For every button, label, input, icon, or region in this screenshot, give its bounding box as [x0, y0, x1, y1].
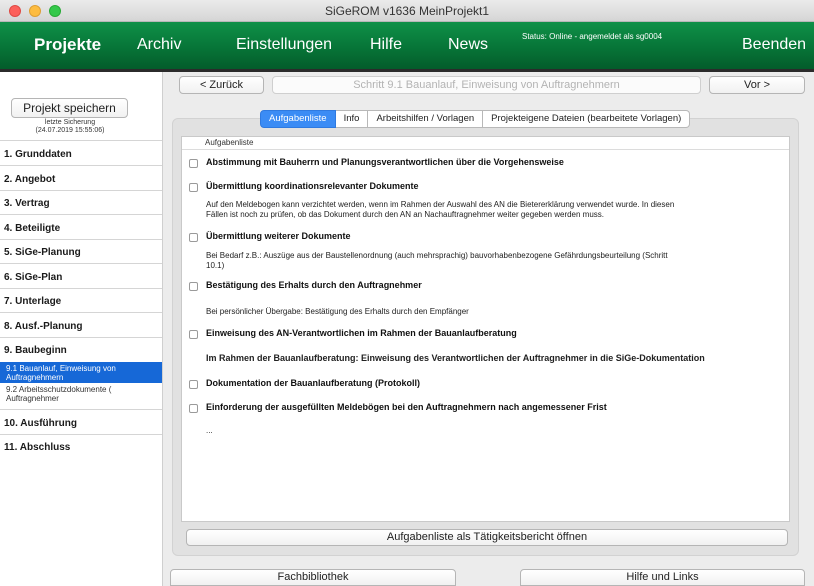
tab-info[interactable]: Info: [335, 110, 369, 128]
task-checkbox[interactable]: [189, 159, 198, 168]
sidebar-divider: [0, 409, 162, 410]
sidebar: Projekt speichern letzte Sicherung (24.0…: [0, 72, 163, 586]
nav-einstellungen[interactable]: Einstellungen: [236, 36, 332, 54]
tab-projekteigene-dateien[interactable]: Projekteigene Dateien (bearbeitete Vorla…: [483, 110, 691, 128]
sidebar-item-sige-plan[interactable]: 6. SiGe-Plan: [4, 272, 62, 283]
back-button[interactable]: < Zurück: [179, 76, 264, 94]
tab-bar: Aufgabenliste Info Arbeitshilfen / Vorla…: [260, 110, 691, 128]
task-label: Einweisung des AN-Verantwortlichen im Ra…: [206, 328, 517, 338]
next-button[interactable]: Vor >: [709, 76, 805, 94]
sidebar-subitem-label: Auftragnehmern: [6, 373, 64, 382]
help-links-button[interactable]: Hilfe und Links: [520, 569, 805, 586]
sidebar-item-angebot[interactable]: 2. Angebot: [4, 174, 55, 185]
sidebar-subitem-label: Auftragnehmer: [6, 394, 59, 403]
task-label: Übermittlung weiterer Dokumente: [206, 231, 351, 241]
step-title: Schritt 9.1 Bauanlauf, Einweisung von Au…: [272, 76, 701, 94]
task-label: Dokumentation der Bauanlaufberatung (Pro…: [206, 378, 421, 388]
task-description: Fällen ist noch zu prüfen, ob das Dokume…: [206, 210, 605, 219]
sidebar-item-ausfuehrung[interactable]: 10. Ausführung: [4, 418, 77, 429]
sidebar-item-grunddaten[interactable]: 1. Grunddaten: [4, 149, 72, 160]
nav-news[interactable]: News: [448, 36, 488, 54]
sidebar-item-baubeginn[interactable]: 9. Baubeginn: [4, 345, 67, 356]
task-list-header: Aufgabenliste: [182, 137, 789, 150]
task-description: Im Rahmen der Bauanlaufberatung: Einweis…: [206, 353, 705, 363]
column-header-aufgabenliste: Aufgabenliste: [205, 138, 254, 147]
main-nav-bar: Projekte Archiv Einstellungen Hilfe News…: [0, 22, 814, 72]
tab-aufgabenliste[interactable]: Aufgabenliste: [260, 110, 336, 128]
online-status: Status: Online - angemeldet als sg0004: [522, 32, 663, 41]
task-description: Bei persönlicher Übergabe: Bestätigung d…: [206, 307, 469, 316]
task-label: Bestätigung des Erhalts durch den Auftra…: [206, 280, 422, 290]
task-checkbox[interactable]: [189, 282, 198, 291]
task-description: Bei Bedarf z.B.: Auszüge aus der Baustel…: [206, 251, 668, 260]
nav-beenden[interactable]: Beenden: [742, 36, 806, 54]
sidebar-divider: [0, 239, 162, 240]
task-checkbox[interactable]: [189, 183, 198, 192]
sidebar-divider: [0, 337, 162, 338]
sidebar-divider: [0, 312, 162, 313]
sidebar-divider: [0, 190, 162, 191]
task-label: Übermittlung koordinationsrelevanter Dok…: [206, 181, 419, 191]
sidebar-divider: [0, 434, 162, 435]
nav-projekte[interactable]: Projekte: [34, 35, 101, 55]
sidebar-item-ausf-planung[interactable]: 8. Ausf.-Planung: [4, 321, 83, 332]
sidebar-divider: [0, 263, 162, 264]
task-checkbox[interactable]: [189, 330, 198, 339]
task-list: Aufgabenliste Abstimmung mit Bauherrn un…: [181, 136, 790, 522]
sidebar-item-sige-planung[interactable]: 5. SiGe-Planung: [4, 247, 81, 258]
sidebar-subitem-label: 9.2 Arbeitsschutzdokumente (: [6, 385, 112, 394]
sidebar-item-vertrag[interactable]: 3. Vertrag: [4, 198, 50, 209]
window-title: SiGeROM v1636 MeinProjekt1: [324, 4, 490, 18]
open-report-button[interactable]: Aufgabenliste als Tätigkeitsbericht öffn…: [186, 529, 788, 546]
task-checkbox[interactable]: [189, 233, 198, 242]
sidebar-divider: [0, 140, 162, 141]
task-label: Einforderung der ausgefüllten Meldebögen…: [206, 402, 607, 412]
sidebar-subitem-label: 9.1 Bauanlauf, Einweisung von: [6, 364, 116, 373]
task-label: Abstimmung mit Bauherrn und Planungsvera…: [206, 157, 564, 167]
sidebar-divider: [0, 288, 162, 289]
sidebar-item-beteiligte[interactable]: 4. Beteiligte: [4, 223, 60, 234]
nav-archiv[interactable]: Archiv: [137, 36, 181, 54]
task-checkbox[interactable]: [189, 380, 198, 389]
task-description: Auf den Meldebogen kann verzichtet werde…: [206, 200, 675, 209]
title-bar: SiGeROM v1636 MeinProjekt1: [0, 0, 814, 22]
sidebar-item-abschluss[interactable]: 11. Abschluss: [4, 442, 70, 453]
sidebar-subitem-9-2[interactable]: 9.2 Arbeitsschutzdokumente ( Auftragnehm…: [0, 385, 162, 405]
last-save-time: (24.07.2019 15:55:06): [35, 127, 105, 134]
sidebar-divider: [0, 214, 162, 215]
sidebar-item-unterlage[interactable]: 7. Unterlage: [4, 296, 61, 307]
sidebar-subitem-9-1[interactable]: 9.1 Bauanlauf, Einweisung von Auftragneh…: [0, 362, 162, 383]
task-description: 10.1): [206, 261, 225, 270]
fachbibliothek-button[interactable]: Fachbibliothek: [170, 569, 456, 586]
save-project-button[interactable]: Projekt speichern: [11, 98, 128, 118]
task-checkbox[interactable]: [189, 404, 198, 413]
last-save-label: letzte Sicherung: [44, 119, 96, 126]
tab-arbeitshilfen[interactable]: Arbeitshilfen / Vorlagen: [368, 110, 484, 128]
list-ellipsis: ...: [206, 426, 213, 435]
sidebar-divider: [0, 165, 162, 166]
nav-hilfe[interactable]: Hilfe: [370, 36, 402, 54]
